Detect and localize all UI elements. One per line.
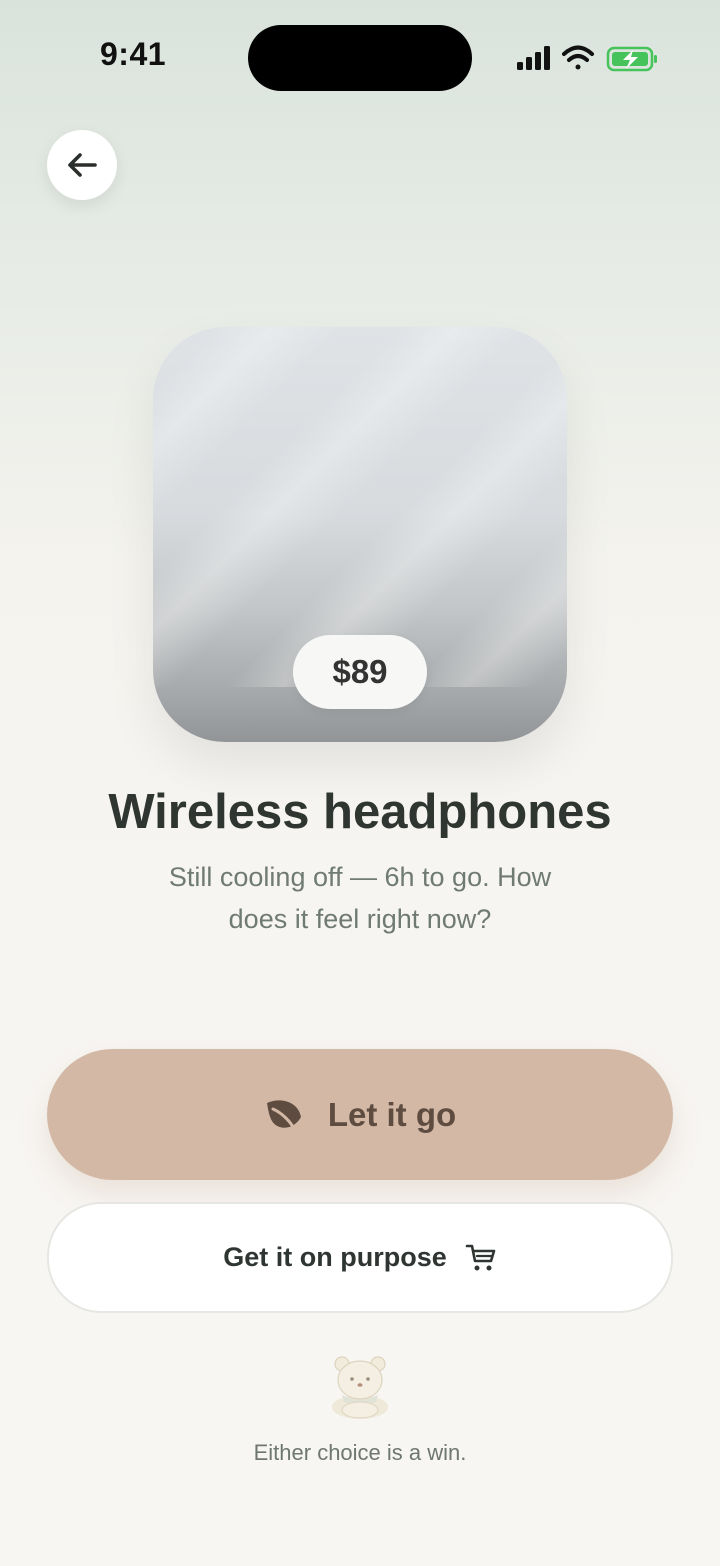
leaf-icon xyxy=(266,1099,301,1131)
let-it-go-button[interactable]: Let it go xyxy=(47,1049,673,1180)
get-it-on-purpose-button[interactable]: Get it on purpose xyxy=(47,1202,673,1313)
cart-icon xyxy=(465,1244,496,1270)
let-it-go-label: Let it go xyxy=(327,1095,457,1133)
product-image-card: $89 xyxy=(153,327,567,742)
product-title: Wireless headphones xyxy=(108,785,612,839)
arrow-left-icon xyxy=(68,153,97,177)
status-icons xyxy=(517,45,657,72)
back-button[interactable] xyxy=(47,130,117,200)
product-image-sheen xyxy=(153,327,567,687)
footer-note: Either choice is a win. xyxy=(253,1440,467,1465)
wifi-icon xyxy=(562,45,594,70)
bear-mascot-icon xyxy=(332,1356,388,1419)
status-bar: 9:41 xyxy=(0,0,720,110)
cellular-signal-icon xyxy=(517,46,550,70)
cooling-off-message: Still cooling off — 6h to go. How does i… xyxy=(168,862,552,934)
get-it-on-purpose-label: Get it on purpose xyxy=(223,1242,447,1272)
dynamic-island xyxy=(248,25,472,91)
status-time: 9:41 xyxy=(100,36,167,72)
battery-charging-icon xyxy=(606,46,657,72)
price-badge: $89 xyxy=(293,635,427,709)
